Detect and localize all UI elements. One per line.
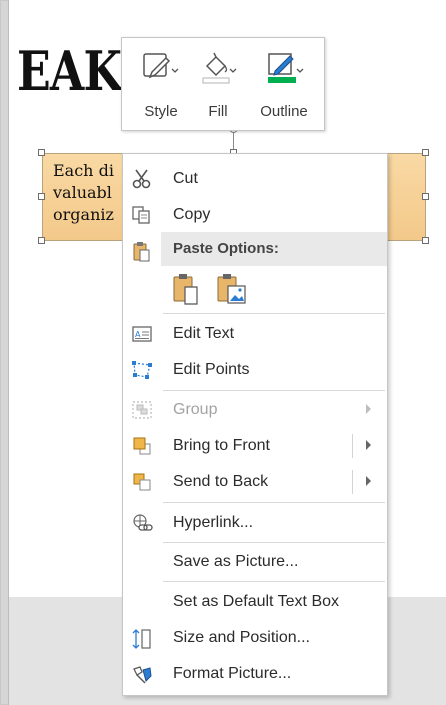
outline-label: Outline	[260, 103, 308, 120]
hyperlink-icon	[131, 513, 153, 533]
menu-item-copy[interactable]: Copy	[123, 197, 387, 233]
paint-bucket-icon	[197, 50, 239, 88]
menu-item-bring-to-front[interactable]: Bring to Front	[123, 428, 387, 464]
menu-label-edit-points: Edit Points	[173, 361, 250, 378]
menu-label-hyperlink: Hyperlink...	[173, 514, 254, 531]
menu-item-group[interactable]: Group	[123, 392, 387, 428]
menu-label-set-default-text-box: Set as Default Text Box	[173, 593, 340, 610]
style-label: Style	[144, 103, 178, 120]
menu-item-send-to-back[interactable]: Send to Back	[123, 464, 387, 500]
fill-button[interactable]: Fill	[194, 46, 242, 124]
menu-item-format-picture[interactable]: Format Picture...	[123, 656, 387, 692]
paste-icon	[131, 241, 153, 262]
fill-label: Fill	[208, 103, 228, 120]
submenu-arrow-icon[interactable]	[366, 476, 371, 486]
send-to-back-icon	[131, 472, 153, 492]
menu-item-hyperlink[interactable]: Hyperlink...	[123, 505, 387, 541]
group-icon	[131, 400, 153, 420]
resize-handle-right[interactable]	[422, 193, 429, 200]
menu-separator	[163, 390, 385, 391]
split-divider	[352, 434, 353, 458]
size-position-icon	[131, 628, 153, 649]
scissors-icon	[131, 169, 153, 189]
menu-label-cut: Cut	[173, 170, 198, 187]
menu-item-save-as-picture[interactable]: Save as Picture...	[123, 544, 387, 580]
shape-style-icon	[140, 50, 182, 88]
menu-label-bring-to-front: Bring to Front	[173, 437, 270, 454]
menu-separator	[163, 313, 385, 314]
pen-outline-icon	[263, 50, 305, 88]
menu-separator	[163, 542, 385, 543]
submenu-arrow-icon	[366, 404, 371, 414]
menu-item-edit-points[interactable]: Edit Points	[123, 352, 387, 388]
menu-separator	[163, 502, 385, 503]
svg-text:A: A	[135, 330, 141, 339]
copy-icon	[131, 205, 153, 225]
edit-points-icon	[131, 360, 153, 380]
menu-label-format-picture: Format Picture...	[173, 665, 292, 682]
resize-handle-top-left[interactable]	[38, 149, 45, 156]
menu-label-send-to-back: Send to Back	[173, 473, 269, 490]
split-divider	[352, 470, 353, 494]
menu-label-size-and-position: Size and Position...	[173, 629, 310, 646]
paste-options-label: Paste Options:	[173, 240, 279, 257]
menu-separator	[163, 581, 385, 582]
bring-to-front-icon	[131, 436, 153, 456]
menu-item-size-and-position[interactable]: Size and Position...	[123, 620, 387, 656]
menu-label-copy: Copy	[173, 206, 211, 223]
menu-item-edit-text[interactable]: A Edit Text	[123, 316, 387, 352]
resize-handle-top-right[interactable]	[422, 149, 429, 156]
paste-options-header: Paste Options:	[161, 232, 387, 266]
paste-keep-source-button[interactable]	[171, 272, 203, 306]
style-button[interactable]: Style	[132, 46, 190, 124]
paste-keep-source-icon	[173, 274, 198, 305]
rotate-connector	[233, 131, 234, 149]
resize-handle-bottom-left[interactable]	[38, 237, 45, 244]
edit-text-icon: A	[131, 324, 153, 344]
paste-picture-icon	[217, 274, 246, 304]
menu-item-cut[interactable]: Cut	[123, 161, 387, 197]
format-picture-icon	[131, 664, 153, 684]
menu-item-set-default-text-box[interactable]: Set as Default Text Box	[123, 584, 387, 620]
mini-toolbar: Style Fill Outline	[121, 37, 325, 131]
resize-handle-bottom-right[interactable]	[422, 237, 429, 244]
menu-label-group: Group	[173, 401, 218, 418]
resize-handle-left[interactable]	[38, 193, 45, 200]
menu-label-save-as-picture: Save as Picture...	[173, 553, 299, 570]
outline-button[interactable]: Outline	[246, 46, 322, 124]
submenu-arrow-icon[interactable]	[366, 440, 371, 450]
paste-picture-button[interactable]	[215, 272, 249, 306]
context-menu: Cut Copy Paste Options: A Edit Text Edit…	[122, 153, 388, 696]
menu-label-edit-text: Edit Text	[173, 325, 235, 342]
